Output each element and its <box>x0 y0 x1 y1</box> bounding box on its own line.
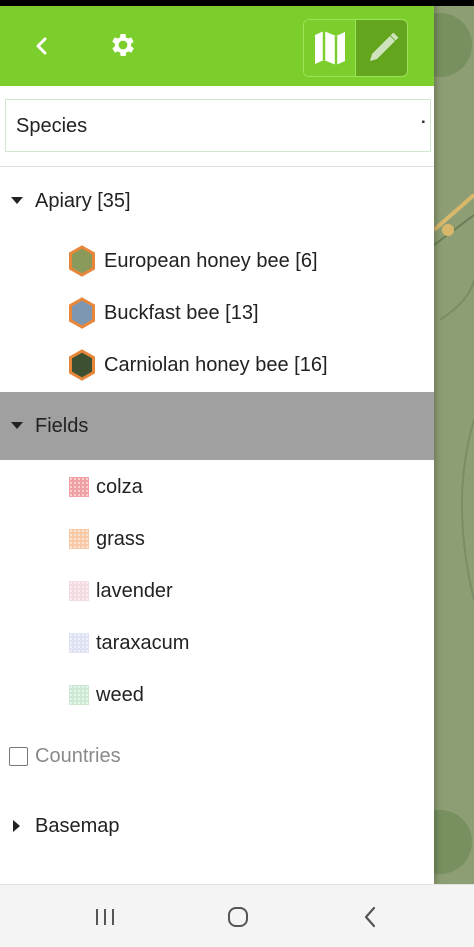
layer-item-buckfast-bee[interactable]: Buckfast bee [13] <box>0 287 434 339</box>
system-back-button[interactable] <box>350 901 390 933</box>
layer-item-weed[interactable]: weed <box>0 669 434 721</box>
layer-group-label: Apiary [35] <box>35 189 131 212</box>
layer-item-european-honey-bee[interactable]: European honey bee [6] <box>0 235 434 287</box>
swatch-icon <box>69 529 89 549</box>
layer-group-fields[interactable]: Fields <box>0 392 434 460</box>
layer-item-label: lavender <box>96 579 173 602</box>
species-dropdown-value: Species <box>16 115 88 137</box>
hexagon-icon <box>69 349 95 381</box>
layer-item-label: Buckfast bee [13] <box>104 301 259 324</box>
layer-group-countries[interactable]: Countries <box>0 722 434 790</box>
map-mode-button[interactable] <box>304 20 356 76</box>
layer-item-label: European honey bee [6] <box>104 249 318 272</box>
layer-group-label: Basemap <box>35 814 120 837</box>
countries-checkbox[interactable] <box>9 746 28 766</box>
swatch-icon <box>69 477 89 497</box>
swatch-icon <box>69 633 89 653</box>
layer-group-basemap[interactable]: Basemap <box>0 792 434 860</box>
settings-button[interactable] <box>103 25 143 65</box>
swatch-icon <box>69 581 89 601</box>
back-button[interactable] <box>24 28 60 64</box>
back-icon <box>364 906 376 928</box>
mode-toggle <box>303 19 408 77</box>
layer-group-label: Fields <box>35 414 89 437</box>
hexagon-icon <box>69 297 95 329</box>
layers-drawer: Species ▪ Apiary [35] European honey bee… <box>0 0 434 884</box>
caret-right-icon <box>11 820 23 832</box>
layer-item-grass[interactable]: grass <box>0 513 434 565</box>
layer-item-label: Carniolan honey bee [16] <box>104 353 328 376</box>
dropdown-arrow-icon: ▪ <box>421 117 425 128</box>
app-bar <box>0 6 434 86</box>
caret-down-icon <box>11 195 23 207</box>
status-bar <box>0 0 474 6</box>
layer-item-label: colza <box>96 475 143 498</box>
layer-item-colza[interactable]: colza <box>0 461 434 513</box>
layer-group-label: Countries <box>35 744 121 767</box>
home-icon <box>228 907 248 927</box>
back-chevron-icon <box>36 37 47 55</box>
layer-item-taraxacum[interactable]: taraxacum <box>0 617 434 669</box>
gear-icon <box>112 34 134 56</box>
recents-icon <box>96 909 114 925</box>
edit-mode-button[interactable] <box>356 20 407 76</box>
hexagon-icon <box>69 245 95 277</box>
species-dropdown[interactable]: Species ▪ <box>5 99 431 152</box>
layer-group-apiary[interactable]: Apiary [35] <box>0 167 434 235</box>
layer-item-lavender[interactable]: lavender <box>0 565 434 617</box>
layer-item-label: taraxacum <box>96 631 190 654</box>
home-button[interactable] <box>218 901 258 933</box>
layer-item-label: grass <box>96 527 145 550</box>
layer-item-label: weed <box>96 683 144 706</box>
pencil-icon <box>369 32 398 61</box>
swatch-icon <box>69 685 89 705</box>
system-nav-bar <box>0 884 474 947</box>
recents-button[interactable] <box>85 901 125 933</box>
layer-item-carniolan-honey-bee[interactable]: Carniolan honey bee [16] <box>0 339 434 391</box>
map-icon <box>314 31 345 65</box>
caret-down-icon <box>11 420 23 432</box>
